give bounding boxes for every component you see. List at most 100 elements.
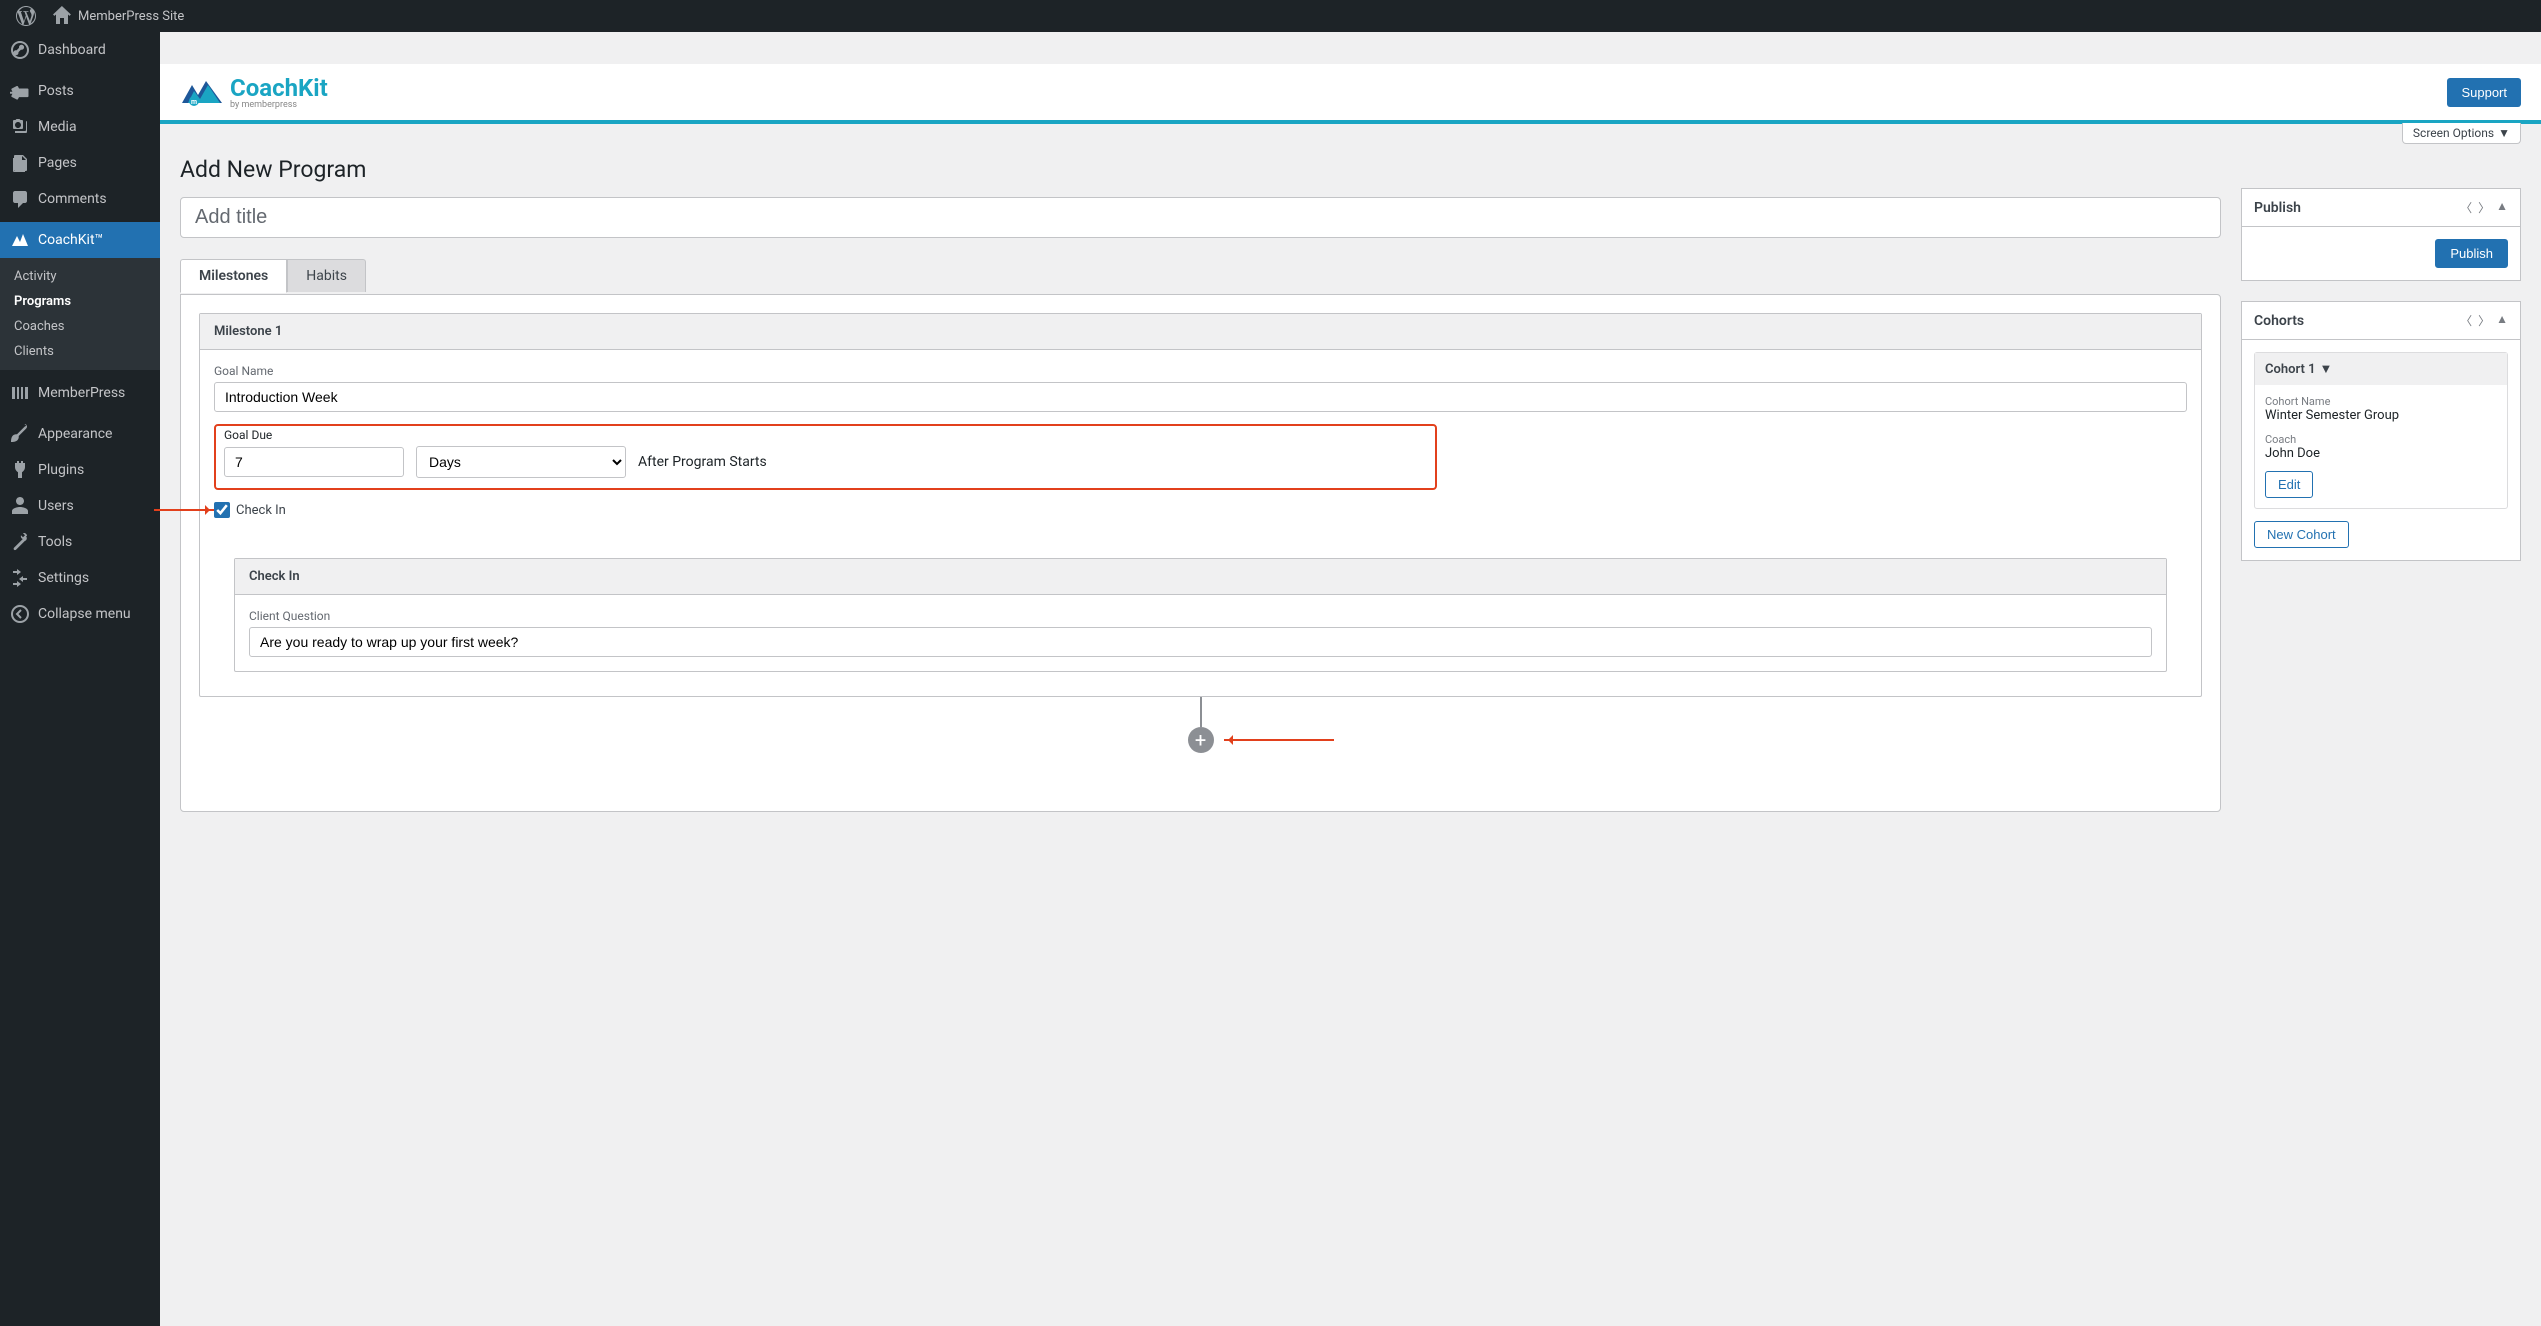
support-button[interactable]: Support: [2447, 78, 2521, 107]
coachkit-submenu: Activity Programs Coaches Clients: [0, 258, 160, 370]
brush-icon: [10, 424, 30, 444]
media-icon: [10, 117, 30, 137]
user-icon: [10, 496, 30, 516]
client-question-input[interactable]: [249, 627, 2152, 657]
goal-due-label: Goal Due: [224, 428, 1427, 442]
comments-icon: [10, 189, 30, 209]
coachkit-icon: [10, 230, 30, 250]
goal-due-after-text: After Program Starts: [638, 454, 767, 470]
svg-text:m: m: [191, 98, 197, 106]
new-cohort-button[interactable]: New Cohort: [2254, 521, 2349, 548]
tab-habits[interactable]: Habits: [287, 259, 366, 292]
logo-text: CoachKit: [230, 74, 328, 102]
cohort-name-label: Cohort Name: [2265, 395, 2497, 408]
sidebar-label: Tools: [38, 534, 72, 550]
sidebar-collapse[interactable]: Collapse menu: [0, 596, 160, 632]
submenu-activity[interactable]: Activity: [0, 264, 160, 289]
sidebar-item-posts[interactable]: Posts: [0, 73, 160, 109]
milestone-header: Milestone 1: [200, 314, 2201, 350]
screen-options-label: Screen Options: [2413, 126, 2494, 140]
cohort-coach-value: John Doe: [2265, 446, 2497, 461]
sidebar-label: Appearance: [38, 426, 112, 442]
admin-bar: MemberPress Site: [0, 0, 2541, 32]
sidebar-item-pages[interactable]: Pages: [0, 145, 160, 181]
content-area: m CoachKit by memberpress Support Screen…: [160, 32, 2541, 852]
submenu-clients[interactable]: Clients: [0, 339, 160, 364]
add-milestone-button[interactable]: +: [1188, 727, 1214, 753]
sidebar-label: MemberPress: [38, 385, 125, 401]
toggle-panel-icon[interactable]: ▲: [2496, 312, 2508, 329]
site-name: MemberPress Site: [78, 9, 184, 24]
client-question-label: Client Question: [249, 609, 2152, 623]
sidebar-label: Posts: [38, 83, 74, 99]
program-title-input[interactable]: [180, 197, 2221, 238]
cohorts-title: Cohorts: [2254, 313, 2304, 329]
checkin-header: Check In: [235, 559, 2166, 595]
admin-sidebar: Dashboard Posts Media Pages Comments Coa…: [0, 32, 160, 1326]
chevron-down-icon[interactable]: 〉: [2478, 312, 2490, 329]
pin-icon: [10, 81, 30, 101]
chevron-down-icon[interactable]: 〉: [2478, 199, 2490, 216]
sidebar-label: Collapse menu: [38, 606, 131, 622]
site-link[interactable]: MemberPress Site: [44, 6, 192, 26]
sidebar-item-plugins[interactable]: Plugins: [0, 452, 160, 488]
goal-name-input[interactable]: [214, 382, 2187, 412]
chevron-up-icon[interactable]: 〈: [2460, 199, 2472, 216]
publish-postbox: Publish 〈 〉 ▲ Publish: [2241, 188, 2521, 281]
caret-down-icon: ▼: [2498, 126, 2510, 140]
sidebar-item-appearance[interactable]: Appearance: [0, 416, 160, 452]
goal-due-unit-select[interactable]: Days: [416, 446, 626, 478]
checkin-box: Check In Client Question: [234, 558, 2167, 672]
sidebar-label: Settings: [38, 570, 89, 586]
goal-name-label: Goal Name: [214, 364, 2187, 378]
sidebar-label: Users: [38, 498, 74, 514]
plugin-topband: m CoachKit by memberpress Support: [160, 64, 2541, 124]
memberpress-icon: [10, 383, 30, 403]
sidebar-item-dashboard[interactable]: Dashboard: [0, 32, 160, 68]
collapse-icon: [10, 604, 30, 624]
annotation-arrow-add: [1224, 739, 1334, 741]
annotation-arrow-checkin: [154, 509, 214, 511]
sidebar-label: Comments: [38, 191, 107, 207]
tab-milestones[interactable]: Milestones: [180, 259, 287, 293]
cohort-name-value: Winter Semester Group: [2265, 408, 2497, 423]
sidebar-item-comments[interactable]: Comments: [0, 181, 160, 217]
page-title: Add New Program: [180, 156, 2221, 183]
submenu-coaches[interactable]: Coaches: [0, 314, 160, 339]
chevron-up-icon[interactable]: 〈: [2460, 312, 2472, 329]
cohort-item-header[interactable]: Cohort 1 ▼: [2255, 353, 2507, 385]
milestone-box: Milestone 1 Goal Name Goal Due Days: [199, 313, 2202, 697]
publish-button[interactable]: Publish: [2435, 239, 2508, 268]
caret-down-icon: ▼: [2320, 361, 2333, 377]
checkin-checkbox[interactable]: [214, 502, 230, 518]
cohort-edit-button[interactable]: Edit: [2265, 471, 2313, 498]
add-connector-line: [1200, 697, 1202, 727]
cohort-item: Cohort 1 ▼ Cohort Name Winter Semester G…: [2254, 352, 2508, 509]
sidebar-label: Dashboard: [38, 42, 106, 58]
sidebar-item-memberpress[interactable]: MemberPress: [0, 375, 160, 411]
coachkit-logo-icon: m: [180, 77, 224, 107]
sidebar-item-media[interactable]: Media: [0, 109, 160, 145]
cohort-coach-label: Coach: [2265, 433, 2497, 446]
publish-title: Publish: [2254, 200, 2301, 216]
sidebar-item-tools[interactable]: Tools: [0, 524, 160, 560]
sidebar-label: Plugins: [38, 462, 84, 478]
sidebar-label: Pages: [38, 155, 77, 171]
cohort-item-title: Cohort 1: [2265, 362, 2316, 377]
plus-icon: +: [1195, 728, 1206, 752]
settings-icon: [10, 568, 30, 588]
coachkit-logo: m CoachKit by memberpress: [180, 74, 328, 110]
cohorts-postbox: Cohorts 〈 〉 ▲ Cohort 1 ▼ Cohort: [2241, 301, 2521, 561]
sidebar-label: Media: [38, 119, 77, 135]
sidebar-item-coachkit[interactable]: CoachKit™: [0, 222, 160, 258]
wrench-icon: [10, 532, 30, 552]
goal-due-highlight: Goal Due Days After Program Starts: [214, 424, 1437, 490]
submenu-programs[interactable]: Programs: [0, 289, 160, 314]
home-icon: [52, 6, 72, 26]
toggle-panel-icon[interactable]: ▲: [2496, 199, 2508, 216]
goal-due-number-input[interactable]: [224, 447, 404, 477]
screen-options-toggle[interactable]: Screen Options ▼: [2402, 123, 2521, 144]
sidebar-item-users[interactable]: Users: [0, 488, 160, 524]
wp-logo[interactable]: [8, 6, 44, 26]
sidebar-item-settings[interactable]: Settings: [0, 560, 160, 596]
